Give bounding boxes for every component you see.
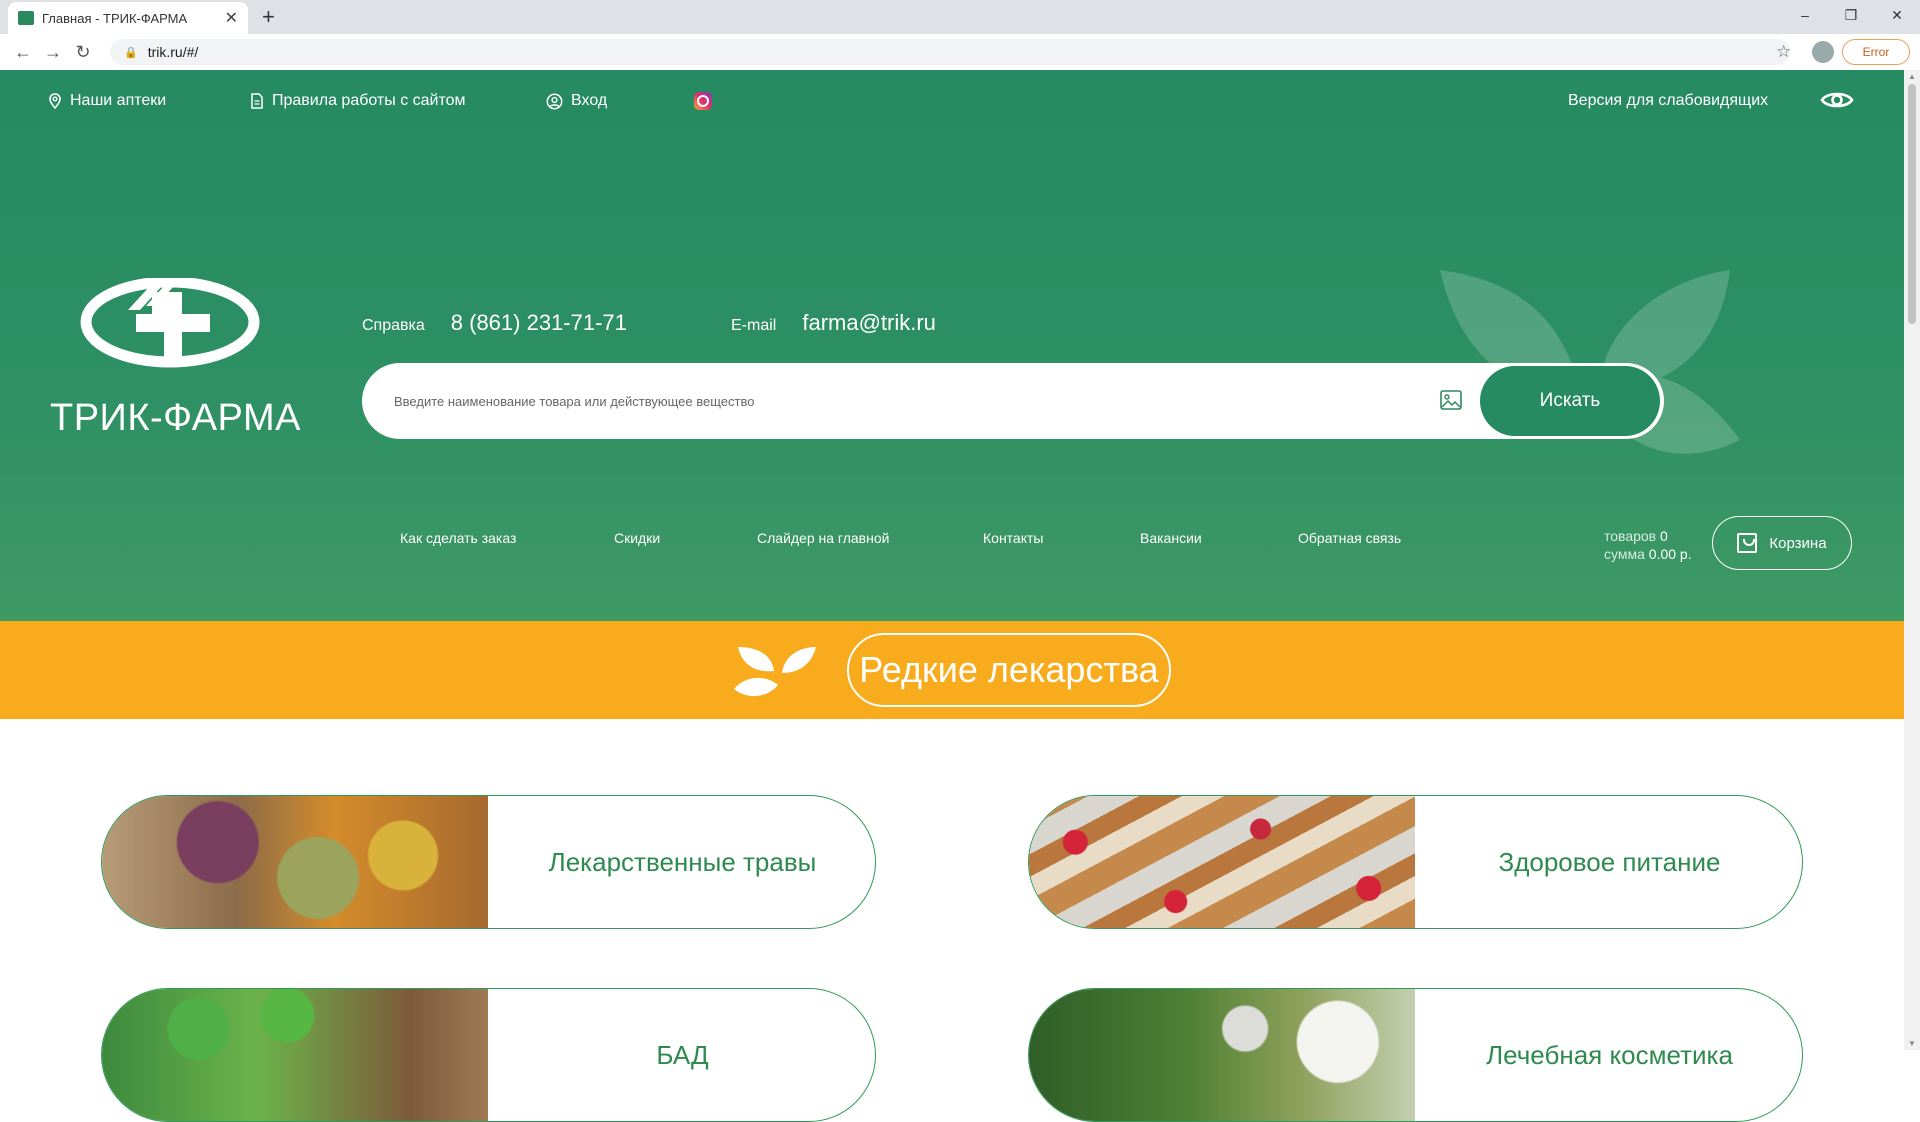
search-input[interactable] — [394, 393, 1394, 409]
herbs-image — [102, 796, 488, 928]
image-search-icon[interactable] — [1440, 390, 1462, 410]
nav-contacts[interactable]: Контакты — [983, 530, 1043, 546]
instagram-link[interactable] — [694, 92, 712, 110]
category-card-cosmetics[interactable]: Лечебная косметика — [1028, 988, 1803, 1122]
email-address[interactable]: farma@trik.ru — [802, 310, 936, 336]
page-scrollbar[interactable]: ▲ ▼ — [1904, 70, 1920, 1050]
tab-title: Главная - ТРИК-ФАРМА — [42, 10, 188, 26]
category-label-herbs: Лекарственные травы — [548, 846, 817, 877]
nav-discounts[interactable]: Скидки — [614, 530, 660, 546]
error-button[interactable]: Error — [1842, 39, 1910, 65]
nav-feedback[interactable]: Обратная связь — [1298, 530, 1401, 546]
eye-icon — [1820, 92, 1854, 108]
phone-number[interactable]: 8 (861) 231-71-71 — [451, 310, 627, 336]
address-bar[interactable]: 🔒 trik.ru/#/ — [110, 39, 1790, 65]
nav-how-to-order[interactable]: Как сделать заказ — [400, 530, 516, 546]
nav-vacancies[interactable]: Вакансии — [1140, 530, 1202, 546]
category-label-cosmetics: Лечебная косметика — [1486, 1039, 1733, 1070]
category-label-healthy-food: Здоровое питание — [1498, 846, 1721, 877]
low-vision-label: Версия для слабовидящих — [1568, 92, 1769, 109]
rare-drugs-button[interactable]: Редкие лекарства — [847, 633, 1171, 707]
rare-drugs-banner: Редкие лекарства — [0, 621, 1904, 719]
minimize-icon[interactable]: – — [1782, 0, 1828, 30]
browser-toolbar: ← → ↻ 🔒 trik.ru/#/ ☆ Error — [0, 34, 1920, 70]
supplements-image — [102, 989, 488, 1121]
cart-sum-label: сумма — [1604, 546, 1645, 562]
category-card-supplements[interactable]: БАД — [101, 988, 876, 1122]
cart-items-label: товаров — [1604, 528, 1657, 544]
close-window-icon[interactable]: ✕ — [1874, 0, 1920, 30]
favicon-icon — [18, 11, 34, 25]
shopping-bag-icon — [1737, 533, 1758, 553]
scroll-up-icon[interactable]: ▲ — [1908, 72, 1916, 81]
window-controls: – ❐ ✕ — [1782, 0, 1920, 30]
maximize-icon[interactable]: ❐ — [1828, 0, 1874, 30]
help-label: Справка — [362, 317, 425, 334]
category-card-healthy-food[interactable]: Здоровое питание — [1028, 795, 1803, 929]
url-text: trik.ru/#/ — [147, 44, 199, 60]
low-vision-link[interactable]: Версия для слабовидящих — [1568, 92, 1768, 110]
back-icon[interactable]: ← — [8, 42, 38, 63]
trik-pharma-logo-icon — [80, 278, 260, 368]
reload-icon[interactable]: ↻ — [68, 42, 98, 63]
top-nav: Наши аптеки Правила работы с сайтом Вход… — [0, 92, 1904, 114]
nav-pharmacies-link[interactable]: Наши аптеки — [48, 92, 166, 110]
user-circle-icon — [546, 93, 563, 109]
category-card-herbs[interactable]: Лекарственные травы — [101, 795, 876, 929]
healthy-food-image — [1029, 796, 1415, 928]
new-tab-button[interactable]: + — [262, 4, 275, 30]
cart-button[interactable]: Корзина — [1712, 516, 1852, 570]
tab-close-icon[interactable]: ✕ — [225, 8, 238, 28]
cart-items-count: 0 — [1660, 528, 1668, 544]
tab-bar: Главная - ТРИК-ФАРМА ✕ + – ❐ ✕ — [0, 0, 1920, 34]
bookmark-star-icon[interactable]: ☆ — [1776, 42, 1791, 62]
cart-sum-value: 0.00 р. — [1648, 546, 1692, 562]
email-label: E-mail — [731, 317, 777, 334]
site-header: Наши аптеки Правила работы с сайтом Вход… — [0, 70, 1904, 621]
forward-icon[interactable]: → — [38, 42, 68, 63]
cart-button-label: Корзина — [1769, 534, 1827, 552]
location-pin-icon — [49, 93, 61, 109]
search-bar: Искать — [362, 363, 1664, 439]
scrollbar-thumb[interactable] — [1908, 84, 1916, 324]
lock-icon: 🔒 — [124, 46, 138, 59]
document-icon — [251, 93, 263, 109]
nav-rules-label: Правила работы с сайтом — [272, 92, 466, 109]
eye-toggle[interactable] — [1820, 88, 1854, 112]
category-label-supplements: БАД — [656, 1039, 709, 1070]
nav-home-slider[interactable]: Слайдер на главной — [757, 530, 889, 546]
leaves-icon — [734, 647, 816, 697]
instagram-icon — [694, 92, 712, 110]
browser-chrome: Главная - ТРИК-ФАРМА ✕ + – ❐ ✕ ← → ↻ 🔒 t… — [0, 0, 1920, 70]
nav-login-link[interactable]: Вход — [546, 92, 607, 110]
profile-avatar[interactable] — [1812, 41, 1834, 63]
nav-login-label: Вход — [571, 92, 608, 109]
cart-summary: товаров 0 сумма 0.00 р. — [1604, 527, 1692, 563]
scroll-down-icon[interactable]: ▼ — [1908, 1039, 1916, 1048]
browser-tab[interactable]: Главная - ТРИК-ФАРМА ✕ — [8, 2, 248, 34]
help-contact: Справка 8 (861) 231-71-71 — [362, 310, 627, 336]
search-button[interactable]: Искать — [1480, 366, 1660, 436]
nav-rules-link[interactable]: Правила работы с сайтом — [250, 92, 466, 110]
email-contact: E-mail farma@trik.ru — [731, 310, 936, 336]
brand-name: ТРИК-ФАРМА — [50, 397, 301, 439]
cosmetics-image — [1029, 989, 1415, 1121]
nav-pharmacies-label: Наши аптеки — [70, 92, 167, 109]
